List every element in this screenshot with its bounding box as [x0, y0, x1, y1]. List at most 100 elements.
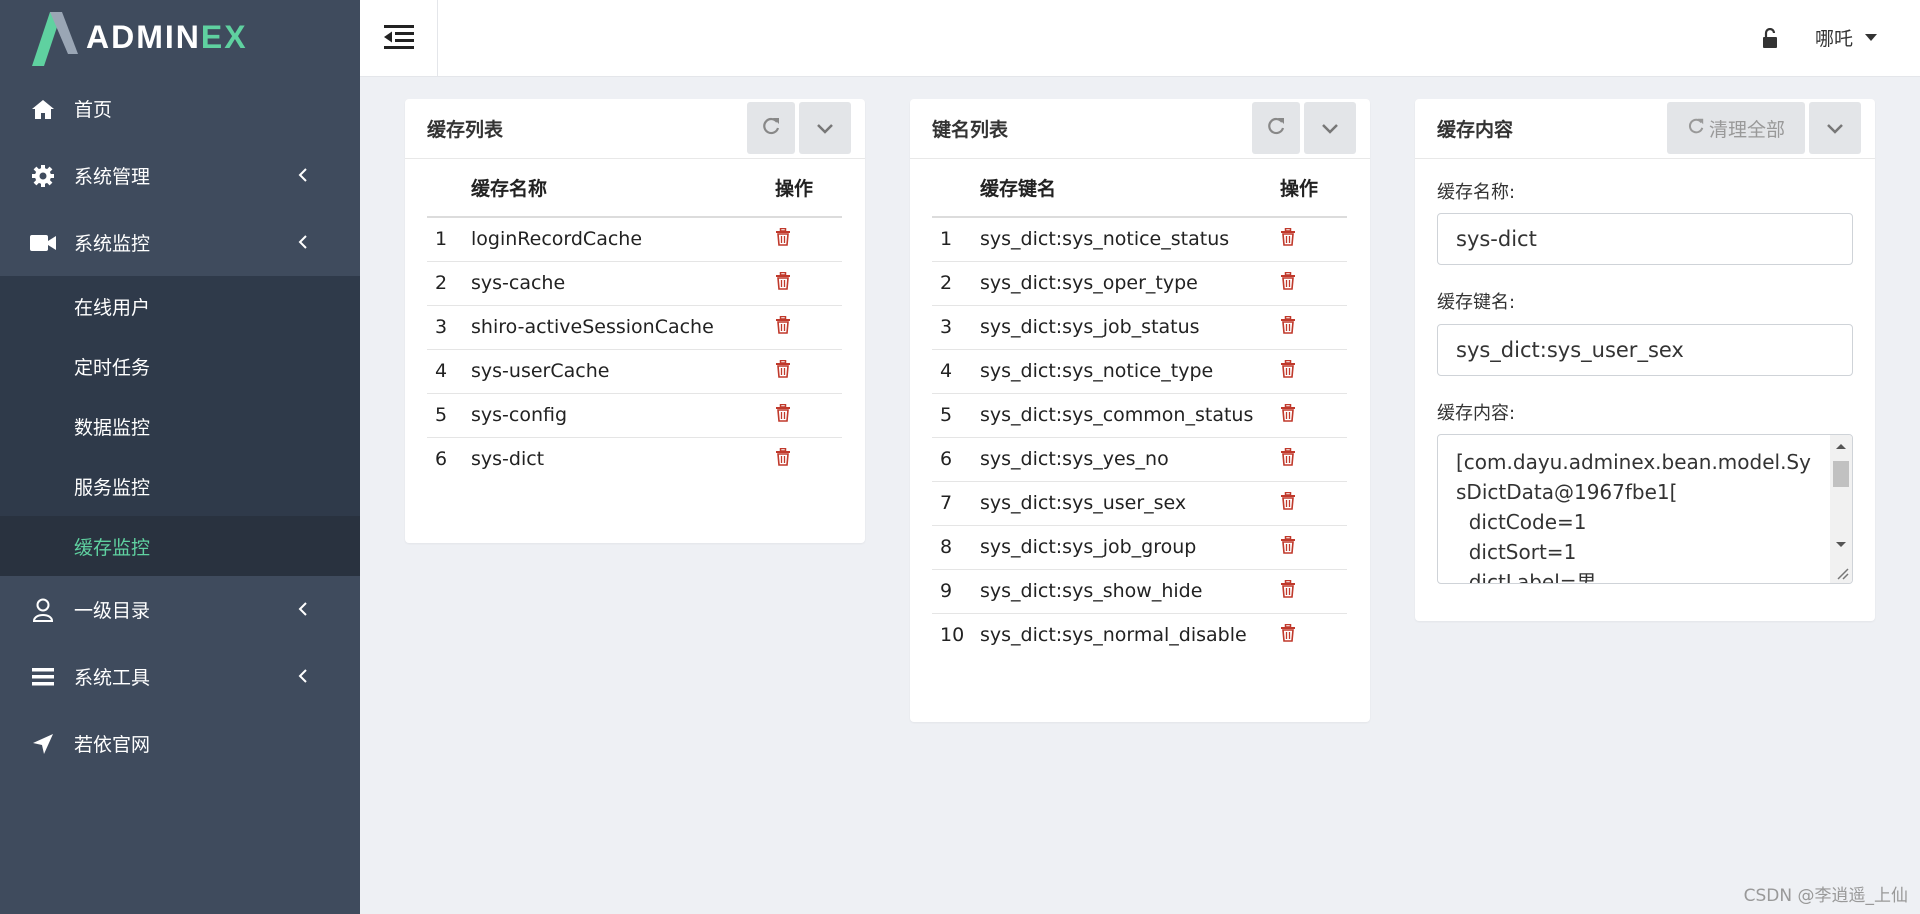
home-icon	[30, 96, 56, 122]
row-number: 4	[932, 349, 980, 394]
row-number: 2	[932, 261, 980, 306]
trash-icon[interactable]	[1280, 227, 1296, 246]
cache-content-text: [com.dayu.adminex.bean.model.SysDictData…	[1456, 450, 1811, 584]
row-number: 8	[932, 525, 980, 570]
scroll-thumb[interactable]	[1833, 461, 1849, 487]
trash-icon[interactable]	[1280, 271, 1296, 290]
table-row[interactable]: 3 shiro-activeSessionCache	[427, 305, 842, 350]
trash-icon[interactable]	[775, 359, 791, 378]
table-row[interactable]: 5 sys-config	[427, 393, 842, 438]
cache-content-panel: 缓存内容 清理全部 缓存名称: 缓存键名: 缓存内容: [com.dayu.ad…	[1415, 99, 1875, 621]
table-row[interactable]: 5 sys_dict:sys_common_status	[932, 393, 1347, 438]
trash-icon[interactable]	[775, 271, 791, 290]
row-name: sys_dict:sys_show_hide	[980, 569, 1280, 614]
row-number: 9	[932, 569, 980, 614]
column-header-name: 缓存名称	[471, 159, 775, 218]
trash-icon[interactable]	[1280, 535, 1296, 554]
panel-header: 键名列表	[910, 99, 1370, 159]
trash-icon[interactable]	[1280, 447, 1296, 466]
collapse-button[interactable]	[799, 102, 851, 154]
panel-header: 缓存列表	[405, 99, 865, 159]
user-icon	[30, 597, 56, 623]
sidebar-item-label: 系统管理	[74, 166, 151, 188]
trash-icon[interactable]	[1280, 491, 1296, 510]
logo[interactable]: ADMINEX	[0, 0, 360, 75]
refresh-button[interactable]	[747, 102, 795, 154]
sidebar-item-system-management[interactable]: 系统管理	[0, 142, 360, 209]
table-row[interactable]: 2 sys-cache	[427, 261, 842, 306]
sidebar-item-label: 一级目录	[74, 600, 151, 622]
table-row[interactable]: 7 sys_dict:sys_user_sex	[932, 481, 1347, 526]
clear-all-button[interactable]: 清理全部	[1667, 102, 1805, 154]
chevron-down-icon	[817, 117, 833, 139]
row-name: sys_dict:sys_oper_type	[980, 261, 1280, 306]
table-row[interactable]: 4 sys-userCache	[427, 349, 842, 394]
cache-list-panel: 缓存列表 缓存名称 操作 1 loginRecordCache 2 sys-cache…	[405, 99, 865, 543]
column-header-action: 操作	[1280, 159, 1347, 218]
table-row[interactable]: 3 sys_dict:sys_job_status	[932, 305, 1347, 350]
cache-key-input[interactable]	[1437, 324, 1853, 376]
chevron-left-icon	[298, 599, 308, 621]
trash-icon[interactable]	[1280, 403, 1296, 422]
row-name: sys_dict:sys_user_sex	[980, 481, 1280, 526]
chevron-down-icon	[1827, 117, 1843, 139]
sidebar-item-label: 若依官网	[74, 734, 151, 756]
sidebar-item-service-monitor[interactable]: 服务监控	[0, 456, 360, 516]
user-menu[interactable]: 哪吒	[1815, 22, 1878, 52]
table-row[interactable]: 2 sys_dict:sys_oper_type	[932, 261, 1347, 306]
cache-content-textarea[interactable]: [com.dayu.adminex.bean.model.SysDictData…	[1437, 434, 1853, 584]
sidebar-item-data-monitor[interactable]: 数据监控	[0, 396, 360, 456]
table-row[interactable]: 6 sys_dict:sys_yes_no	[932, 437, 1347, 482]
column-header-name: 缓存键名	[980, 159, 1280, 218]
row-name: sys_dict:sys_notice_type	[980, 349, 1280, 394]
row-name: sys_dict:sys_job_group	[980, 525, 1280, 570]
collapse-button[interactable]	[1809, 102, 1861, 154]
panel-title: 键名列表	[932, 119, 1009, 141]
key-table: 缓存键名 操作 1 sys_dict:sys_notice_status 2 sys_…	[932, 159, 1347, 657]
row-name: sys_dict:sys_notice_status	[980, 217, 1280, 262]
trash-icon[interactable]	[775, 227, 791, 246]
scrollbar[interactable]	[1830, 435, 1852, 583]
table-row[interactable]: 1 loginRecordCache	[427, 217, 842, 262]
table-row[interactable]: 6 sys-dict	[427, 437, 842, 481]
trash-icon[interactable]	[775, 315, 791, 334]
sidebar-item-cache-monitor[interactable]: 缓存监控	[0, 516, 360, 576]
table-row[interactable]: 1 sys_dict:sys_notice_status	[932, 217, 1347, 262]
row-name: sys_dict:sys_yes_no	[980, 437, 1280, 482]
column-header-action: 操作	[775, 159, 842, 218]
sidebar-item-online-users[interactable]: 在线用户	[0, 276, 360, 336]
cache-key-label: 缓存键名:	[1437, 292, 1516, 313]
table-header-row: 缓存键名 操作	[932, 159, 1347, 218]
row-number: 6	[435, 448, 448, 471]
bars-icon	[30, 664, 56, 690]
indent-icon	[383, 24, 414, 53]
sidebar-item-system-tools[interactable]: 系统工具	[0, 643, 360, 710]
sidebar-toggle-button[interactable]	[360, 0, 438, 77]
row-number: 3	[427, 305, 471, 350]
sidebar-item-official-site[interactable]: 若依官网	[0, 710, 360, 777]
trash-icon[interactable]	[1280, 359, 1296, 378]
trash-icon[interactable]	[1280, 579, 1296, 598]
lock-icon[interactable]	[1758, 25, 1782, 51]
trash-icon[interactable]	[775, 447, 791, 466]
trash-icon[interactable]	[775, 403, 791, 422]
collapse-button[interactable]	[1304, 102, 1356, 154]
sidebar-item-system-monitor[interactable]: 系统监控	[0, 209, 360, 276]
sidebar-item-first-level[interactable]: 一级目录	[0, 576, 360, 643]
table-row[interactable]: 9 sys_dict:sys_show_hide	[932, 569, 1347, 614]
refresh-icon	[761, 116, 781, 141]
username: 哪吒	[1815, 27, 1854, 50]
row-number: 1	[932, 217, 980, 262]
clear-all-label: 清理全部	[1708, 118, 1785, 141]
table-row[interactable]: 10 sys_dict:sys_normal_disable	[932, 613, 1347, 657]
panel-title: 缓存内容	[1437, 119, 1514, 141]
cache-name-input[interactable]	[1437, 213, 1853, 265]
trash-icon[interactable]	[1280, 623, 1296, 642]
sidebar-item-scheduled-tasks[interactable]: 定时任务	[0, 336, 360, 396]
table-row[interactable]: 8 sys_dict:sys_job_group	[932, 525, 1347, 570]
row-name: sys_dict:sys_common_status	[980, 393, 1280, 438]
table-row[interactable]: 4 sys_dict:sys_notice_type	[932, 349, 1347, 394]
sidebar-item-home[interactable]: 首页	[0, 75, 360, 142]
refresh-button[interactable]	[1252, 102, 1300, 154]
trash-icon[interactable]	[1280, 315, 1296, 334]
